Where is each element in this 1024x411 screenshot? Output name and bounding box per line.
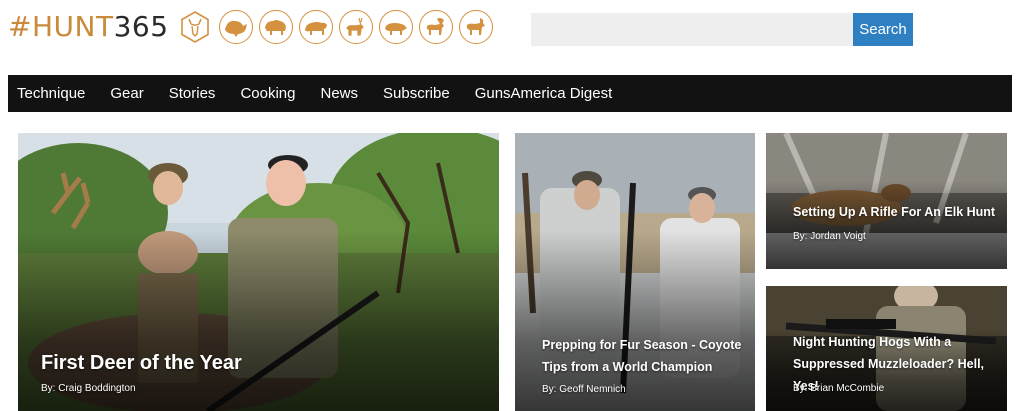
night-hogs-article-byline: By: Brian McCombie xyxy=(793,383,885,394)
search-button[interactable]: Search xyxy=(853,13,913,46)
fur-season-article-byline: By: Geoff Nemnich xyxy=(542,384,626,395)
featured-article-title[interactable]: First Deer of the Year xyxy=(41,352,242,375)
moose-icon xyxy=(418,10,453,44)
main-nav: Technique Gear Stories Cooking News Subs… xyxy=(8,75,1012,112)
logo-wordmark: #HUNT365 xyxy=(8,8,169,46)
elk-rifle-article-title[interactable]: Setting Up A Rifle For An Elk Hunt xyxy=(793,205,995,219)
nav-item-stories[interactable]: Stories xyxy=(169,85,216,102)
featured-article-card[interactable]: First Deer of the Year By: Craig Bodding… xyxy=(18,133,499,411)
elk-rifle-article-overlay xyxy=(766,133,1007,269)
hex-deer-icon xyxy=(177,10,213,44)
goat-icon xyxy=(458,10,493,44)
animal-badges xyxy=(171,10,493,44)
featured-article-byline: By: Craig Boddington xyxy=(41,383,136,394)
nav-item-subscribe[interactable]: Subscribe xyxy=(383,85,450,102)
fur-season-article-title[interactable]: Prepping for Fur Season - Coyote Tips fr… xyxy=(542,334,742,378)
logo-hunt: HUNT xyxy=(31,10,114,43)
logo-hash: # xyxy=(8,10,32,43)
article-card-night-hogs[interactable]: Night Hunting Hogs With a Suppressed Muz… xyxy=(766,286,1007,411)
article-card-elk-rifle[interactable]: Setting Up A Rifle For An Elk Hunt By: J… xyxy=(766,133,1007,269)
bison-icon xyxy=(258,10,293,44)
article-card-fur-season[interactable]: Prepping for Fur Season - Coyote Tips fr… xyxy=(515,133,755,411)
elk-rifle-article-byline: By: Jordan Voigt xyxy=(793,231,866,242)
site-logo[interactable]: #HUNT365 xyxy=(8,8,493,46)
nav-item-gear[interactable]: Gear xyxy=(110,85,143,102)
boar-icon xyxy=(378,10,413,44)
nav-item-technique[interactable]: Technique xyxy=(17,85,85,102)
bear-icon xyxy=(298,10,333,44)
nav-item-gunsamerica-digest[interactable]: GunsAmerica Digest xyxy=(475,85,613,102)
nav-item-news[interactable]: News xyxy=(320,85,358,102)
search-input[interactable] xyxy=(531,13,853,46)
logo-365: 365 xyxy=(113,10,169,43)
nav-item-cooking[interactable]: Cooking xyxy=(240,85,295,102)
elk-icon xyxy=(338,10,373,44)
turkey-icon xyxy=(218,10,253,44)
